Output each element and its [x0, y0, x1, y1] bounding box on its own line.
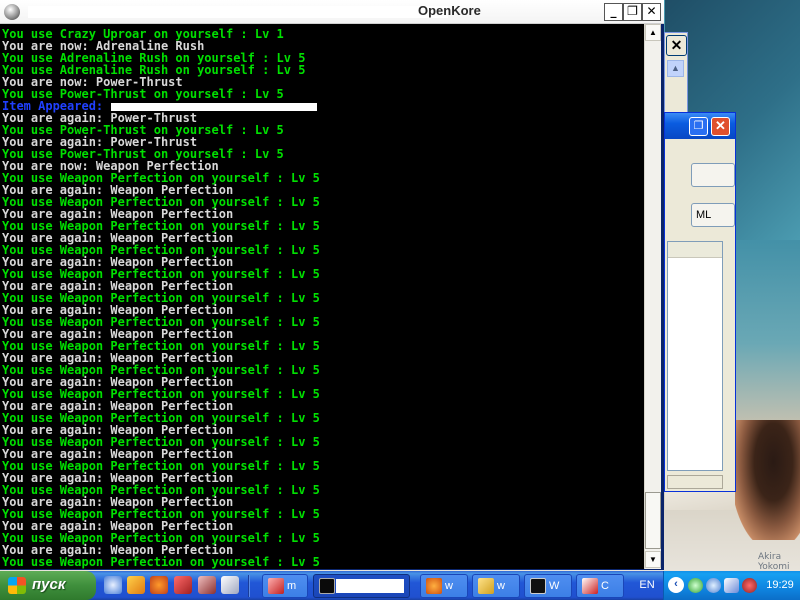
scrollbar-thumb[interactable] [645, 492, 661, 549]
item-name-redaction [111, 102, 318, 111]
background-dialog-maximize-button[interactable]: ❐ [689, 117, 708, 136]
console-icon [530, 578, 546, 594]
background-dialog-titlebar[interactable]: ❐ ✕ [665, 113, 735, 139]
folder-icon [478, 578, 494, 594]
background-dialog-button[interactable] [691, 163, 735, 187]
console-line: You use Weapon Perfection on yourself : … [2, 556, 320, 568]
app-tray-icon[interactable] [742, 578, 757, 593]
console-output[interactable]: You use Crazy Uproar on yourself : Lv 1Y… [0, 24, 644, 569]
taskbar-button-label: m [287, 580, 297, 592]
winamp-icon[interactable] [127, 576, 145, 594]
taskbar: пуск m w w W C EN ‹ 19:29 [0, 571, 800, 600]
window-title: OpenKore [418, 3, 481, 18]
taskbar-button-label: w [497, 580, 505, 592]
console-icon [319, 578, 335, 594]
app-icon[interactable] [4, 4, 20, 20]
system-tray: ‹ 19:29 [663, 571, 800, 600]
windows-logo-icon [8, 577, 26, 594]
console-window[interactable]: OpenKore _ ❐ ✕ You use Crazy Uproar on y… [0, 0, 664, 570]
taskbar-button-4[interactable]: w [472, 574, 520, 598]
close-button[interactable]: ✕ [642, 3, 661, 21]
firefox-icon [426, 578, 442, 594]
language-indicator[interactable]: EN [636, 571, 658, 600]
ie-icon[interactable] [104, 576, 122, 594]
clock[interactable]: 19:29 [760, 571, 800, 600]
background-dialog-close-button[interactable]: ✕ [711, 117, 730, 136]
background-window-scroll-up[interactable]: ▲ [667, 60, 684, 77]
taskbar-button-6[interactable]: C [576, 574, 624, 598]
wallpaper-figure [735, 420, 800, 540]
tray-expand-icon[interactable]: ‹ [668, 577, 684, 593]
task-app-icon [268, 578, 284, 594]
background-dialog-button-2[interactable]: ML [691, 203, 735, 227]
antivirus-icon[interactable] [706, 578, 721, 593]
background-window-close-button[interactable]: ✕ [666, 35, 687, 56]
console-titlebar[interactable]: OpenKore _ ❐ ✕ [0, 0, 664, 24]
background-dialog-list-header [668, 242, 722, 258]
volume-icon[interactable] [724, 578, 739, 593]
taskbar-button-console-active[interactable] [313, 574, 410, 598]
game-icon[interactable] [198, 576, 216, 594]
taskbar-button-3[interactable]: w [420, 574, 468, 598]
taskbar-button-label: C [601, 580, 609, 592]
scroll-down-arrow-icon[interactable]: ▼ [645, 551, 661, 568]
taskbar-button-5[interactable]: W [524, 574, 572, 598]
taskbar-button-label: w [445, 580, 453, 592]
taskbar-button-label: W [549, 580, 560, 592]
start-label: пуск [32, 576, 66, 593]
background-dialog-list[interactable] [667, 241, 723, 471]
app-icon [582, 578, 598, 594]
scroll-up-arrow-icon[interactable]: ▲ [645, 24, 661, 41]
minimize-button[interactable]: _ [604, 3, 623, 21]
firefox-icon[interactable] [150, 576, 168, 594]
console-line-text: You use Weapon Perfection on yourself : … [2, 555, 320, 569]
title-redaction [28, 6, 448, 18]
background-dialog-statusbar [667, 475, 723, 489]
wallpaper-watermark: Akira Yokomi [758, 552, 790, 572]
background-dialog[interactable]: ❐ ✕ ML [664, 112, 736, 492]
console-log: You use Crazy Uproar on yourself : Lv 1Y… [2, 28, 320, 568]
console-scrollbar[interactable]: ▲ ▼ [644, 24, 661, 569]
taskbar-label-redaction [336, 579, 404, 593]
quicklaunch-separator [248, 575, 250, 597]
media-icon[interactable] [174, 576, 192, 594]
maximize-button[interactable]: ❐ [623, 3, 642, 21]
network-icon[interactable] [688, 578, 703, 593]
taskbar-button-1[interactable]: m [262, 574, 308, 598]
start-button[interactable]: пуск [0, 571, 96, 600]
notepad-icon[interactable] [221, 576, 239, 594]
